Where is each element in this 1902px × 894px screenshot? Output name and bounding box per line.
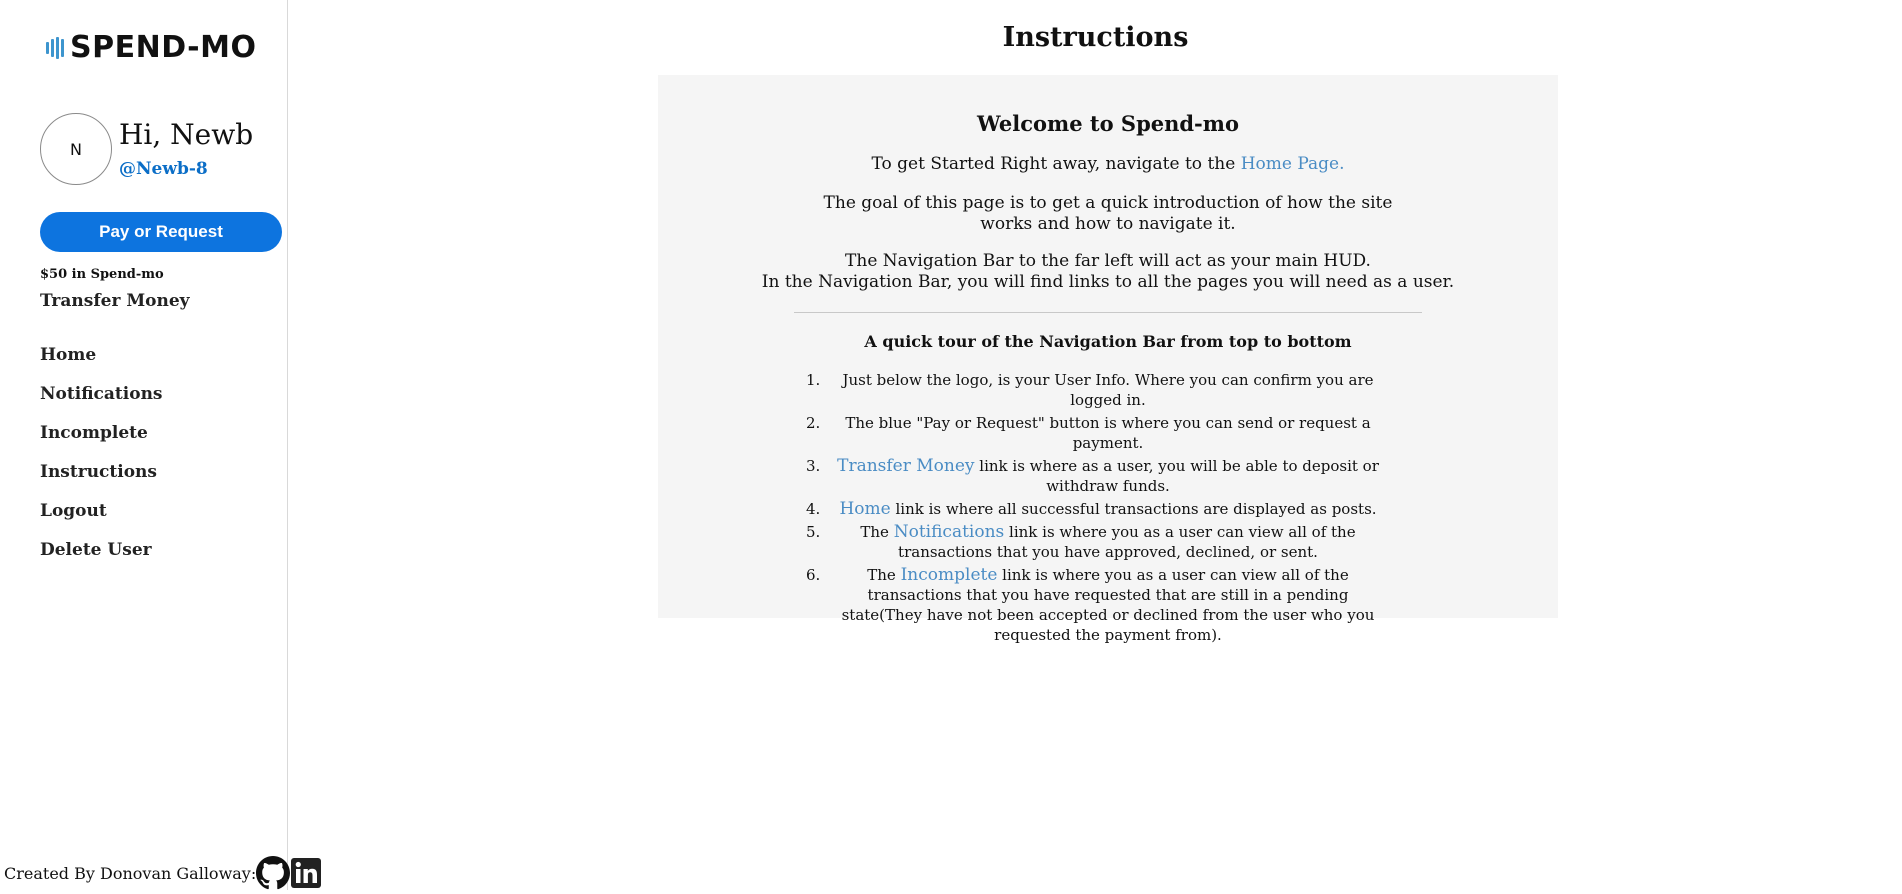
transfer-money-link[interactable]: Transfer Money — [40, 291, 190, 311]
home-page-link[interactable]: Home Page. — [1241, 154, 1345, 174]
instructions-card: Welcome to Spend-mo To get Started Right… — [658, 75, 1558, 644]
navbar-text-2: In the Navigation Bar, you will find lin… — [761, 272, 1455, 292]
intro-prefix: To get Started Right away, navigate to t… — [871, 154, 1241, 174]
avatar: N — [40, 113, 112, 185]
nav-list: Home Notifications Incomplete Instructio… — [40, 344, 163, 578]
nav-item-instructions[interactable]: Instructions — [40, 461, 163, 500]
goal-text: The goal of this page is to get a quick … — [823, 193, 1393, 234]
tour-item: 6. The Incomplete link is where you as a … — [806, 565, 1375, 644]
tour-item: 3. Transfer Money link is where as a user… — [806, 456, 1379, 495]
tour-heading: A quick tour of the Navigation Bar from … — [864, 332, 1352, 351]
pay-or-request-button[interactable]: Pay or Request — [40, 212, 282, 252]
tour-transfer-money-link[interactable]: Transfer Money — [837, 456, 974, 476]
user-handle: @Newb-8 — [119, 159, 208, 179]
linkedin-icon[interactable] — [290, 857, 322, 889]
tour-list: 1. Just below the logo, is your User Info… — [658, 370, 1558, 648]
navbar-text-1: The Navigation Bar to the far left will … — [845, 251, 1371, 271]
footer-credit: Created By Donovan Galloway: — [4, 863, 257, 883]
tour-item: 2. The blue "Pay or Request" button is wh… — [806, 414, 1371, 452]
tour-home-link[interactable]: Home — [839, 499, 890, 519]
tour-item: 4. Home link is where all successful tran… — [806, 499, 1377, 519]
balance-text: $50 in Spend-mo — [40, 267, 164, 282]
logo[interactable]: SPEND-MO — [46, 30, 256, 65]
tour-item: 1. Just below the logo, is your User Info… — [806, 371, 1374, 409]
intro-text: To get Started Right away, navigate to t… — [658, 154, 1558, 175]
nav-item-notifications[interactable]: Notifications — [40, 383, 163, 422]
divider — [794, 312, 1422, 313]
tour-item: 5. The Notifications link is where you as… — [806, 522, 1356, 561]
logo-text: SPEND-MO — [70, 30, 257, 65]
tour-notifications-link[interactable]: Notifications — [894, 522, 1005, 542]
nav-item-incomplete[interactable]: Incomplete — [40, 422, 163, 461]
page-title: Instructions — [1002, 22, 1189, 53]
welcome-heading: Welcome to Spend-mo — [976, 111, 1240, 136]
tour-incomplete-link[interactable]: Incomplete — [901, 565, 998, 585]
github-icon[interactable] — [256, 856, 291, 890]
sidebar: SPEND-MO N Hi, Newb @Newb-8 Pay or Reque… — [0, 0, 322, 890]
nav-item-logout[interactable]: Logout — [40, 500, 163, 539]
logo-bars-icon — [46, 36, 64, 59]
nav-item-delete-user[interactable]: Delete User — [40, 539, 163, 578]
footer: Created By Donovan Galloway: — [4, 856, 322, 890]
nav-item-home[interactable]: Home — [40, 344, 163, 383]
user-greeting: Hi, Newb — [119, 118, 254, 151]
